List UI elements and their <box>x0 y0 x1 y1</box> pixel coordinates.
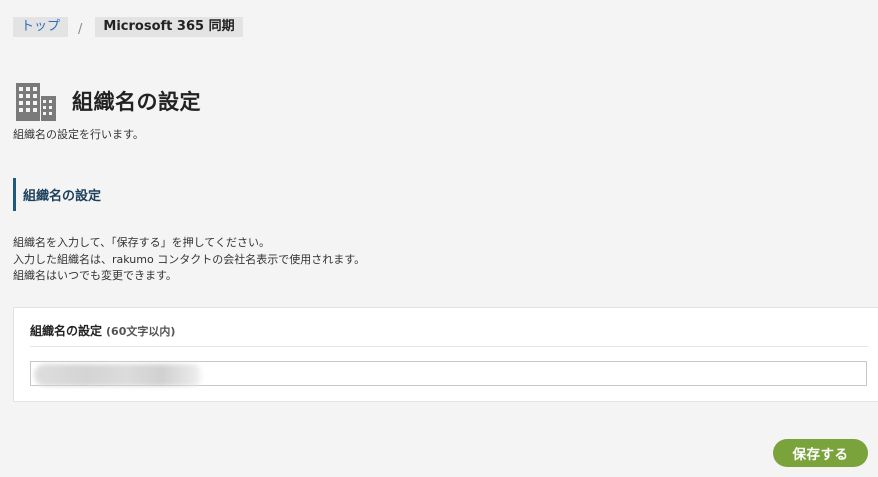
instruction-line: 組織名はいつでも変更できます。 <box>13 269 177 282</box>
breadcrumb-current: Microsoft 365 同期 <box>95 17 243 37</box>
form-label-row: 組織名の設定 (60文字以内) <box>30 322 868 347</box>
section-title: 組織名の設定 <box>13 178 101 211</box>
page-description: 組織名の設定を行います。 <box>13 128 144 141</box>
section-instructions: 組織名を入力して、「保存する」を押してください。 入力した組織名は、rakumo… <box>13 235 365 285</box>
breadcrumb-home-link[interactable]: トップ <box>13 17 69 37</box>
redacted-value-mask <box>34 364 204 386</box>
instruction-line: 組織名を入力して、「保存する」を押してください。 <box>13 236 270 249</box>
page-header: 組織名の設定 <box>15 72 201 130</box>
breadcrumb-separator: / <box>78 21 83 37</box>
breadcrumb: トップ / Microsoft 365 同期 <box>13 17 243 37</box>
form-label: 組織名の設定 <box>30 324 103 338</box>
page-title: 組織名の設定 <box>72 90 201 115</box>
save-button[interactable]: 保存する <box>773 439 868 467</box>
instruction-line: 入力した組織名は、rakumo コンタクトの会社名表示で使用されます。 <box>13 252 366 266</box>
form-hint: (60文字以内) <box>106 325 176 338</box>
building-icon <box>15 80 57 122</box>
organization-name-form: 組織名の設定 (60文字以内) <box>13 307 878 402</box>
